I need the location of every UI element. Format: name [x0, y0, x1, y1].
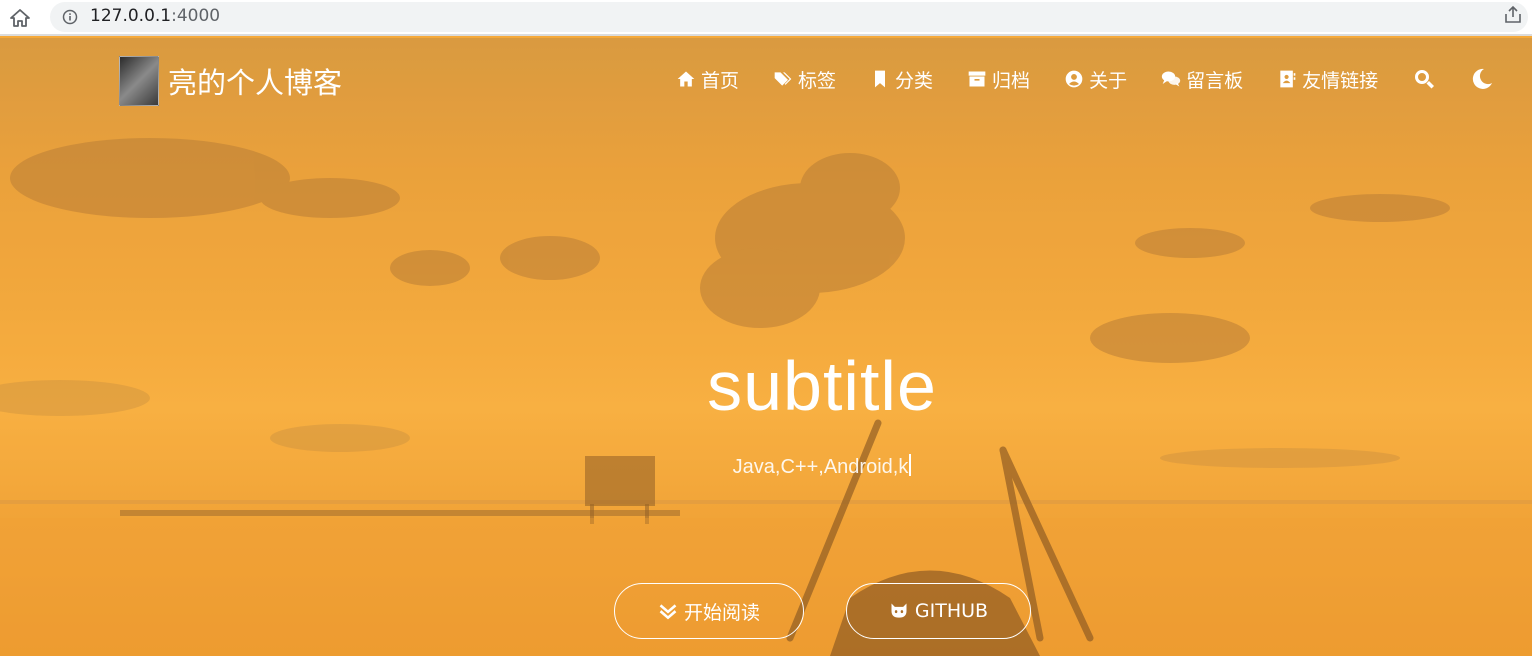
nav-item-label: 分类 — [895, 69, 934, 92]
tags-icon — [774, 72, 792, 86]
nav-item-tags[interactable]: 标签 — [773, 66, 836, 93]
brand-logo-image[interactable] — [119, 56, 159, 106]
nav-item-label: 标签 — [798, 69, 837, 92]
typed-text: Java,C++,Android,k — [732, 456, 909, 478]
browser-toolbar: 127.0.0.1:4000 — [0, 0, 1532, 36]
home-icon[interactable] — [8, 6, 34, 30]
nav-item-label: 首页 — [701, 69, 740, 92]
nav-item-archives[interactable]: 归档 — [967, 66, 1030, 93]
address-bar[interactable]: 127.0.0.1:4000 — [50, 2, 1528, 32]
main-nav: 首页 标签 分类 归档 关于 留言板 友情链接 — [676, 64, 1494, 94]
github-label: GITHUB — [914, 600, 989, 622]
angle-double-down-icon — [659, 604, 677, 620]
url-text: 127.0.0.1:4000 — [90, 6, 221, 26]
nav-item-label: 留言板 — [1186, 69, 1244, 92]
typing-cursor — [909, 454, 912, 476]
github-button[interactable]: GITHUB — [846, 583, 1031, 639]
info-icon[interactable] — [62, 9, 78, 25]
site-brand[interactable]: 亮的个人博客 — [119, 56, 342, 106]
nav-item-home[interactable]: 首页 — [676, 66, 739, 93]
hero-banner: 亮的个人博客 首页 标签 分类 归档 关于 留言板 友情链接 subtitle … — [0, 38, 1532, 656]
home-icon — [677, 71, 695, 87]
moon-icon — [1472, 68, 1493, 89]
typed-subtitle: Java,C++,Android,k — [0, 454, 1532, 479]
nav-item-categories[interactable]: 分类 — [870, 66, 933, 93]
comments-icon — [1161, 71, 1181, 87]
nav-item-label: 友情链接 — [1302, 69, 1379, 92]
share-icon[interactable] — [1502, 5, 1524, 25]
theme-toggle-button[interactable] — [1470, 67, 1494, 91]
start-reading-button[interactable]: 开始阅读 — [614, 583, 804, 639]
archive-icon — [968, 71, 986, 87]
search-icon — [1415, 70, 1435, 89]
nav-item-label: 关于 — [1089, 69, 1128, 92]
user-circle-icon — [1065, 70, 1083, 88]
address-book-icon — [1280, 70, 1296, 88]
search-button[interactable] — [1412, 67, 1436, 91]
nav-item-friend-links[interactable]: 友情链接 — [1277, 66, 1378, 93]
nav-item-about[interactable]: 关于 — [1064, 66, 1127, 93]
github-icon — [891, 603, 907, 618]
nav-item-label: 归档 — [992, 69, 1031, 92]
bookmark-icon — [875, 70, 886, 88]
hero-title: subtitle — [707, 347, 937, 425]
start-reading-label: 开始阅读 — [683, 601, 760, 624]
nav-item-guestbook[interactable]: 留言板 — [1161, 66, 1243, 93]
site-title[interactable]: 亮的个人博客 — [168, 60, 342, 102]
